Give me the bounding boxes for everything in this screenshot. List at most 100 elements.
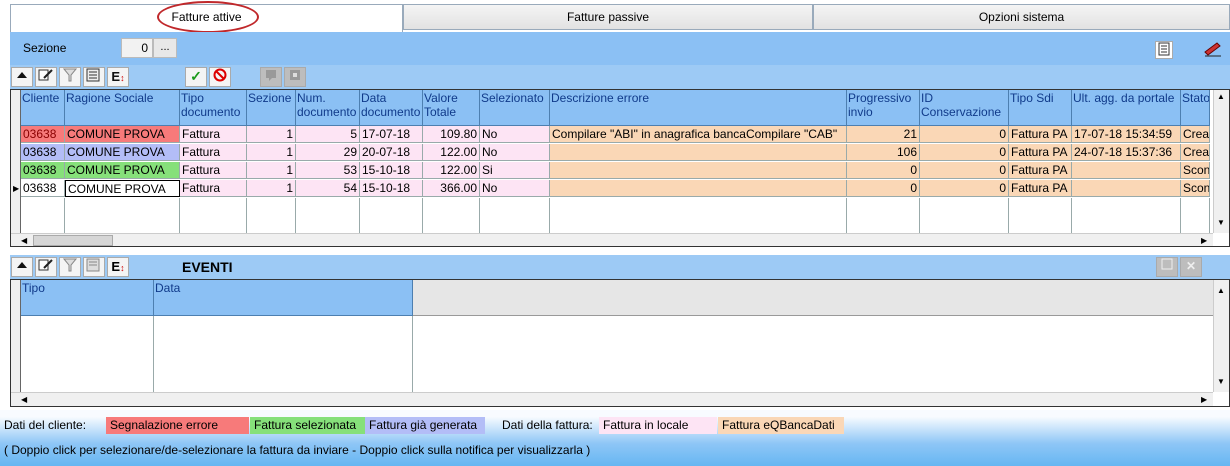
signature-icon[interactable] [1203,40,1223,59]
col-valore-totale-cell[interactable]: 109.80 [423,126,480,143]
col-tipo-documento-cell[interactable]: Fattura [180,180,247,197]
notification-icon[interactable] [284,67,306,87]
print-preview-icon[interactable] [83,67,105,87]
col-ult-agg-portale-cell[interactable] [1072,162,1181,179]
col-ragione-sociale-cell[interactable]: COMUNE PROVA [65,180,180,197]
col-stato-cell[interactable]: Scon [1181,180,1210,197]
maximize-icon[interactable] [1156,257,1178,277]
eventi-collapse-up-icon[interactable] [11,257,33,277]
col-tipo-sdi-cell[interactable]: Fattura PA [1009,162,1072,179]
col-stato-cell[interactable]: Scon [1181,162,1210,179]
confirm-check-icon[interactable]: ✓ [185,67,207,87]
eventi-filter-icon[interactable] [59,257,81,277]
invoice-horizontal-scrollbar[interactable]: ◀ ▶ [11,233,1213,246]
col-selezionato-cell[interactable]: No [480,144,550,161]
cancel-icon[interactable] [209,67,231,87]
col-ult-agg-portale-header[interactable]: Ult. agg. da portale [1072,90,1181,126]
col-descrizione-errore-header[interactable]: Descrizione errore [550,90,847,126]
col-tipo-documento-header[interactable]: Tipo documento [180,90,247,126]
col-tipo-sdi-header[interactable]: Tipo Sdi [1009,90,1072,126]
col-selezionato-cell[interactable]: Si [480,162,550,179]
col-valore-totale-cell[interactable]: 366.00 [423,180,480,197]
col-tipo-documento-cell[interactable]: Fattura [180,144,247,161]
col-valore-totale-cell[interactable]: 122.00 [423,144,480,161]
eventi-print-preview-icon[interactable] [83,257,105,277]
col-stato-cell[interactable]: Creat [1181,126,1210,143]
col-ragione-sociale-cell[interactable]: COMUNE PROVA [65,144,180,161]
col-descrizione-errore-cell[interactable]: Compilare "ABI" in anagrafica bancaCompi… [550,126,847,143]
col-ragione-sociale-header[interactable]: Ragione Sociale [65,90,180,126]
col-data-documento-cell[interactable]: 15-10-18 [360,180,423,197]
col-stato-cell[interactable]: Creat [1181,144,1210,161]
send-icon[interactable] [260,67,282,87]
filter-icon[interactable] [59,67,81,87]
scroll-right-icon[interactable]: ▶ [1201,395,1207,405]
col-sezione-cell[interactable]: 1 [247,144,296,161]
col-progressivo-invio-header[interactable]: Progressivo invio [847,90,920,126]
col-num-documento-cell[interactable]: 53 [296,162,360,179]
col-tipo-sdi-cell[interactable]: Fattura PA [1009,144,1072,161]
col-selezionato-header[interactable]: Selezionato [480,90,550,126]
document-icon[interactable] [1155,41,1173,59]
col-id-conservazione-cell[interactable]: 0 [920,162,1009,179]
eventi-col-tipo-header[interactable]: Tipo [21,280,154,316]
scroll-right-icon[interactable]: ▶ [1201,236,1207,246]
col-descrizione-errore-cell[interactable] [550,180,847,197]
col-progressivo-invio-cell[interactable]: 21 [847,126,920,143]
scroll-up-icon[interactable]: ▲ [1217,92,1225,102]
col-tipo-documento-cell[interactable]: Fattura [180,126,247,143]
col-valore-totale-cell[interactable]: 122.00 [423,162,480,179]
col-tipo-documento-cell[interactable]: Fattura [180,162,247,179]
eventi-horizontal-scrollbar[interactable]: ◀ ▶ [11,392,1213,406]
col-ragione-sociale-cell[interactable]: COMUNE PROVA [65,162,180,179]
col-num-documento-cell[interactable]: 54 [296,180,360,197]
col-id-conservazione-cell[interactable]: 0 [920,180,1009,197]
col-cliente-cell[interactable]: 03638 [21,180,65,197]
col-sezione-cell[interactable]: 1 [247,180,296,197]
col-progressivo-invio-cell[interactable]: 0 [847,162,920,179]
col-data-documento-cell[interactable]: 20-07-18 [360,144,423,161]
eventi-edit-list-icon[interactable] [35,257,57,277]
collapse-up-icon[interactable] [11,67,33,87]
col-id-conservazione-cell[interactable]: 0 [920,126,1009,143]
eventi-col-data-header[interactable]: Data [154,280,413,316]
col-num-documento-cell[interactable]: 29 [296,144,360,161]
sezione-lookup-button[interactable]: ... [153,38,177,58]
invoice-vertical-scrollbar[interactable]: ▲ ▼ [1213,90,1229,233]
eventi-vertical-scrollbar[interactable]: ▲ ▼ [1213,280,1229,392]
col-data-documento-cell[interactable]: 17-07-18 [360,126,423,143]
col-tipo-sdi-cell[interactable]: Fattura PA [1009,126,1072,143]
col-descrizione-errore-cell[interactable] [550,162,847,179]
close-icon[interactable]: ✕ [1180,257,1202,277]
col-sezione-cell[interactable]: 1 [247,126,296,143]
col-valore-totale-header[interactable]: Valore Totale [423,90,480,126]
col-selezionato-cell[interactable]: No [480,180,550,197]
edit-list-icon[interactable] [35,67,57,87]
col-cliente-cell[interactable]: 03638 [21,144,65,161]
col-ult-agg-portale-cell[interactable]: 24-07-18 15:37:36 [1072,144,1181,161]
col-descrizione-errore-cell[interactable] [550,144,847,161]
scroll-left-icon[interactable]: ◀ [21,395,27,405]
col-cliente-cell[interactable]: 03638 [21,162,65,179]
col-progressivo-invio-cell[interactable]: 106 [847,144,920,161]
col-sezione-header[interactable]: Sezione [247,90,296,126]
col-ult-agg-portale-cell[interactable] [1072,180,1181,197]
col-sezione-cell[interactable]: 1 [247,162,296,179]
col-data-documento-header[interactable]: Data documento [360,90,423,126]
col-data-documento-cell[interactable]: 15-10-18 [360,162,423,179]
col-progressivo-invio-cell[interactable]: 0 [847,180,920,197]
col-selezionato-cell[interactable]: No [480,126,550,143]
scroll-left-icon[interactable]: ◀ [21,236,27,246]
tab-opzioni-sistema[interactable]: Opzioni sistema [813,4,1230,30]
tab-fatture-passive[interactable]: Fatture passive [403,4,813,30]
col-cliente-header[interactable]: Cliente [21,90,65,126]
eventi-export-icon[interactable]: E↕ [107,257,129,277]
scroll-down-icon[interactable]: ▼ [1217,377,1225,387]
col-num-documento-cell[interactable]: 5 [296,126,360,143]
scroll-thumb[interactable] [33,235,113,246]
col-ragione-sociale-cell[interactable]: COMUNE PROVA [65,126,180,143]
col-cliente-cell[interactable]: 03638 [21,126,65,143]
scroll-down-icon[interactable]: ▼ [1217,218,1225,228]
col-id-conservazione-cell[interactable]: 0 [920,144,1009,161]
col-num-documento-header[interactable]: Num. documento [296,90,360,126]
